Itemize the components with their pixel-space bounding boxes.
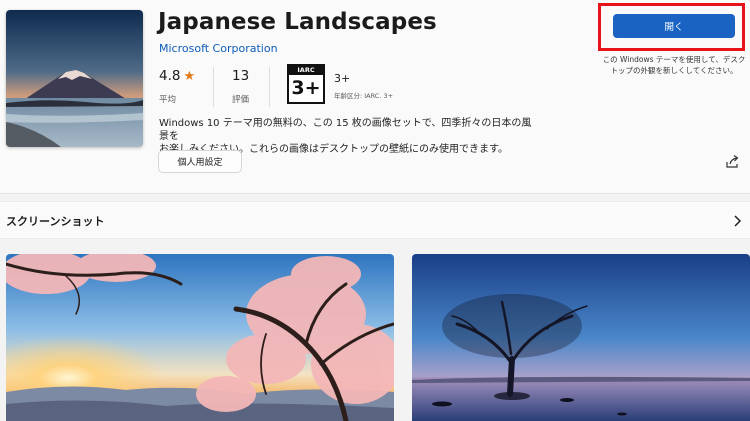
screenshots-section-header[interactable]: スクリーンショット [0, 201, 750, 239]
age-rating-note: 年齢区分: IARC. 3+ [334, 92, 394, 100]
share-icon[interactable] [724, 154, 740, 170]
screenshot-cherry-blossom[interactable] [6, 254, 394, 421]
divider [269, 67, 270, 107]
note-line: この Windows テーマを使用して、デスク [602, 55, 746, 64]
screenshot-lone-tree[interactable] [412, 254, 750, 421]
personalize-settings-button[interactable]: 個人用設定 [158, 150, 242, 173]
app-title: Japanese Landscapes [158, 9, 437, 35]
open-button-note: この Windows テーマを使用して、デスク トップの外観を新しくしてください… [600, 54, 748, 76]
publisher-link[interactable]: Microsoft Corporation [159, 42, 278, 55]
app-header-card: Japanese Landscapes Microsoft Corporatio… [0, 0, 750, 194]
age-rating-value: 3+ [334, 72, 351, 85]
reviews-label: 評価 [232, 95, 250, 105]
open-button[interactable]: 開く [613, 14, 735, 38]
iarc-rating-badge: IARC 3+ [287, 64, 325, 104]
note-line: トップの外観を新しくしてください。 [610, 66, 738, 75]
chevron-right-icon[interactable] [731, 213, 743, 227]
divider [213, 67, 214, 107]
description-line: Windows 10 テーマ用の無料の、この 15 枚の画像セットで、四季折々の… [159, 118, 532, 142]
section-title: スクリーンショット [6, 215, 105, 228]
star-icon: ★ [183, 69, 196, 84]
iarc-age-value: 3+ [291, 77, 321, 99]
rating-stat: 4.8 ★ 平均 [159, 68, 195, 105]
reviews-value: 13 [232, 68, 250, 84]
reviews-stat: 13 評価 [232, 68, 249, 105]
rating-label: 平均 [159, 95, 177, 105]
app-thumbnail [6, 10, 143, 147]
rating-value: 4.8 [159, 68, 181, 84]
iarc-label: IARC [289, 66, 323, 75]
